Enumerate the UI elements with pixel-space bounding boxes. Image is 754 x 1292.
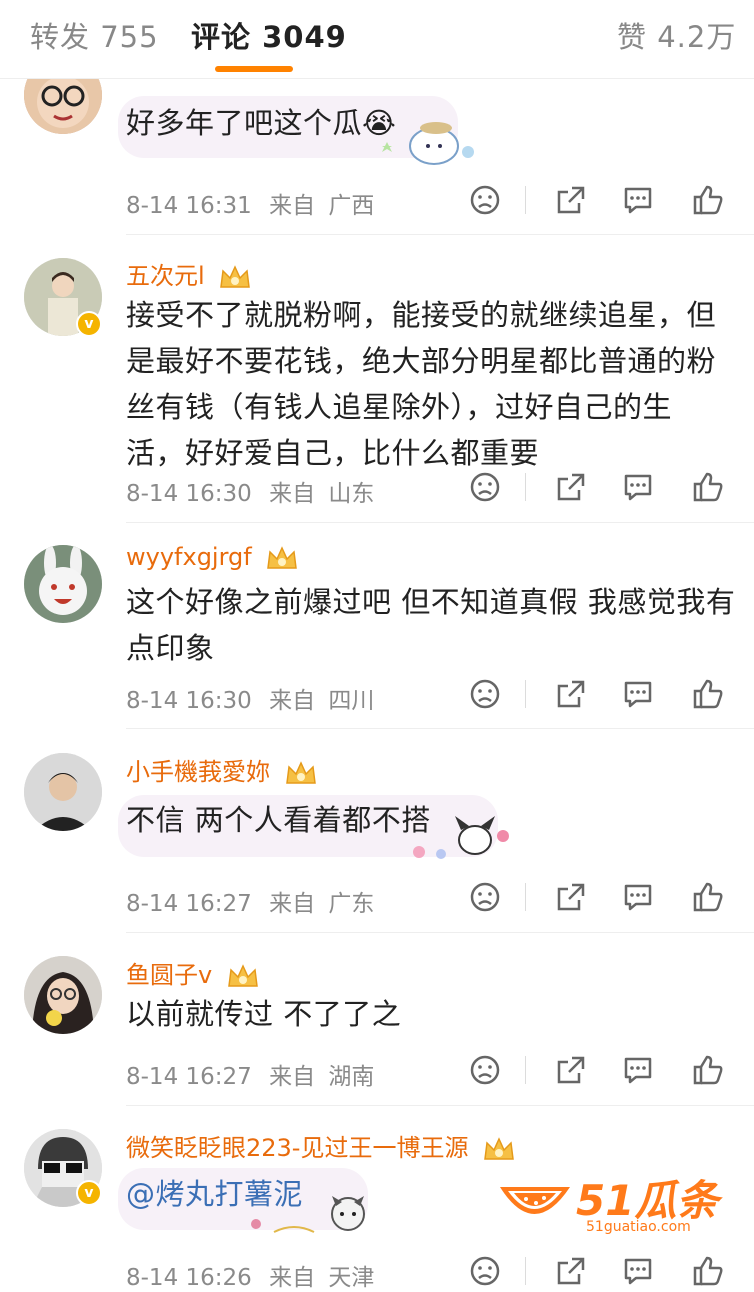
from-label: 来自 [269, 193, 316, 219]
comment-location: 广东 [328, 891, 375, 917]
comment-actions [466, 470, 726, 506]
comment-icon[interactable] [621, 470, 655, 504]
sticker-image [251, 1196, 365, 1233]
dislike-icon[interactable] [468, 1254, 502, 1288]
username-text: 五次元l [126, 262, 205, 290]
action-divider [525, 1257, 526, 1285]
crown-badge-icon [285, 761, 316, 784]
comment-separator [126, 234, 754, 235]
share-icon[interactable] [554, 470, 588, 504]
comment-actions [466, 880, 726, 916]
comment-location: 湖南 [328, 1064, 375, 1090]
from-label: 来自 [269, 891, 316, 917]
sticker-image [382, 122, 474, 165]
like-icon[interactable] [691, 183, 725, 217]
share-icon[interactable] [554, 183, 588, 217]
comment-icon[interactable] [621, 880, 655, 914]
like-icon[interactable] [691, 1254, 725, 1288]
comment-separator [126, 1105, 754, 1106]
active-tab-indicator [215, 66, 293, 72]
comment-location: 广西 [328, 193, 375, 219]
dislike-icon[interactable] [468, 1053, 502, 1087]
comment-meta: 8-14 16:30 来自 山东 [126, 474, 374, 508]
tab-bar: 转发 755 评论 3049 赞 4.2万 [0, 0, 754, 79]
comment-text: 以前就传过 不了了之 [126, 997, 402, 1031]
username[interactable]: 小手機莪愛妳 [126, 752, 318, 787]
avatar[interactable] [24, 956, 102, 1034]
action-divider [525, 186, 526, 214]
comment-time: 8-14 16:30 [126, 688, 252, 714]
crown-badge-icon [227, 964, 258, 987]
comment-actions [466, 1254, 726, 1290]
dislike-icon[interactable] [468, 677, 502, 711]
username-text: 鱼圆子v [126, 961, 213, 989]
comment-icon[interactable] [621, 1053, 655, 1087]
like-icon[interactable] [691, 1053, 725, 1087]
watermelon-logo-icon [500, 1187, 570, 1214]
share-icon[interactable] [554, 880, 588, 914]
username[interactable]: 鱼圆子v [126, 955, 260, 990]
comment-icon[interactable] [621, 183, 655, 217]
avatar[interactable] [24, 545, 102, 623]
comment-meta: 8-14 16:30 来自 四川 [126, 681, 374, 715]
from-label: 来自 [269, 481, 316, 507]
comment-time: 8-14 16:30 [126, 481, 252, 507]
comment-location: 山东 [328, 481, 375, 507]
comment-text: 这个好像之前爆过吧 但不知道真假 我感觉我有点印象 [126, 585, 736, 665]
from-label: 来自 [269, 1265, 316, 1291]
username[interactable]: wyyfxgjrgf [126, 543, 299, 572]
comment-time: 8-14 16:27 [126, 891, 252, 917]
dislike-icon[interactable] [468, 880, 502, 914]
share-icon[interactable] [554, 677, 588, 711]
action-divider [525, 1056, 526, 1084]
like-icon[interactable] [691, 470, 725, 504]
comment-text: 接受不了就脱粉啊，能接受的就继续追星，但是最好不要花钱，绝大部分明星都比普通的粉… [126, 298, 717, 470]
comment-time: 8-14 16:27 [126, 1064, 252, 1090]
username[interactable]: 五次元l [126, 256, 252, 291]
comment-separator [126, 932, 754, 933]
comment-meta: 8-14 16:27 来自 湖南 [126, 1057, 374, 1091]
share-icon[interactable] [554, 1053, 588, 1087]
crown-badge-icon [267, 546, 298, 569]
sticker-image [413, 816, 509, 859]
comment-actions [466, 1053, 726, 1089]
dislike-icon[interactable] [468, 470, 502, 504]
comment-time: 8-14 16:26 [126, 1265, 252, 1291]
from-label: 来自 [269, 1064, 316, 1090]
like-icon[interactable] [691, 677, 725, 711]
comment-location: 四川 [328, 688, 375, 714]
action-divider [525, 473, 526, 501]
crown-badge-icon [484, 1137, 514, 1160]
comment-location: 天津 [328, 1265, 375, 1291]
comment-actions [466, 183, 726, 219]
crown-badge-icon [220, 265, 251, 288]
username[interactable]: 微笑眨眨眼223-见过王一博王源 [126, 1128, 516, 1163]
like-icon[interactable] [691, 880, 725, 914]
watermark: 51瓜条 51guatiao.com [494, 1163, 734, 1243]
avatar[interactable] [24, 753, 102, 831]
watermark-url: 51guatiao.com [586, 1219, 691, 1235]
tab-likes[interactable]: 赞 4.2万 [617, 14, 736, 56]
comment-icon[interactable] [621, 1254, 655, 1288]
verified-badge-icon: v [76, 311, 102, 337]
tab-repost[interactable]: 转发 755 [30, 14, 159, 56]
comment-meta: 8-14 16:31 来自 广西 [126, 186, 374, 220]
comment-separator [126, 728, 754, 729]
comment-actions [466, 677, 726, 713]
verified-badge-icon: v [76, 1180, 102, 1206]
share-icon[interactable] [554, 1254, 588, 1288]
action-divider [525, 883, 526, 911]
username-text: 小手機莪愛妳 [126, 758, 270, 786]
comment-separator [126, 522, 754, 523]
username-text: 微笑眨眨眼223-见过王一博王源 [126, 1134, 469, 1162]
username-text: wyyfxgjrgf [126, 543, 252, 571]
action-divider [525, 680, 526, 708]
comment-meta: 8-14 16:26 来自 天津 [126, 1258, 374, 1292]
comment-time: 8-14 16:31 [126, 193, 252, 219]
comment-icon[interactable] [621, 677, 655, 711]
dislike-icon[interactable] [468, 183, 502, 217]
from-label: 来自 [269, 688, 316, 714]
tab-comments[interactable]: 评论 3049 [191, 14, 347, 56]
comment-meta: 8-14 16:27 来自 广东 [126, 884, 374, 918]
